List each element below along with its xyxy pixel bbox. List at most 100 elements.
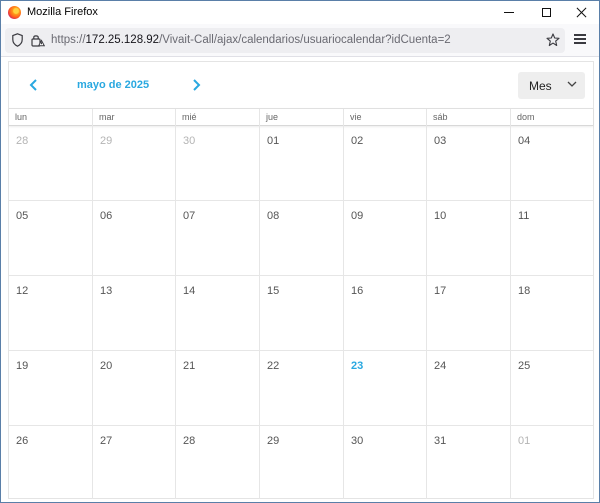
day-cell-today[interactable]: 23 xyxy=(344,351,427,426)
day-number: 20 xyxy=(100,360,113,372)
day-cell[interactable]: 17 xyxy=(427,276,511,351)
day-number: 11 xyxy=(518,210,530,222)
day-cell[interactable]: 13 xyxy=(93,276,176,351)
day-number: 10 xyxy=(434,210,447,222)
day-cell[interactable]: 28 xyxy=(9,126,93,201)
day-number: 22 xyxy=(267,360,280,372)
weekday-label: mar xyxy=(99,112,115,122)
weekday-header: jue xyxy=(260,109,344,126)
day-cell[interactable]: 29 xyxy=(93,126,176,201)
weekday-header-row: lun mar mié jue vie sáb dom xyxy=(9,108,593,126)
day-cell[interactable]: 19 xyxy=(9,351,93,426)
weekday-header: sáb xyxy=(427,109,511,126)
chevron-right-icon[interactable] xyxy=(189,78,203,92)
hamburger-menu-icon[interactable] xyxy=(574,34,586,44)
day-number: 01 xyxy=(518,435,531,447)
day-cell[interactable]: 20 xyxy=(93,351,176,426)
month-title: mayo de 2025 xyxy=(77,79,150,91)
shield-icon[interactable] xyxy=(12,33,23,47)
day-cell[interactable]: 24 xyxy=(427,351,511,426)
close-button[interactable] xyxy=(563,1,599,24)
day-number: 09 xyxy=(351,210,364,222)
weekday-header: mar xyxy=(93,109,176,126)
day-number: 03 xyxy=(434,135,447,147)
month-grid: 28 29 30 01 02 03 04 05 06 07 08 09 10 11 12 13 14 15 16 17… xyxy=(9,126,593,499)
lock-warning-icon[interactable] xyxy=(31,33,45,47)
day-cell[interactable]: 16 xyxy=(344,276,427,351)
day-cell[interactable]: 15 xyxy=(260,276,344,351)
day-cell[interactable]: 07 xyxy=(176,201,260,276)
day-cell[interactable]: 04 xyxy=(511,126,593,201)
day-number: 02 xyxy=(351,135,364,147)
day-number: 29 xyxy=(100,135,113,147)
day-number: 30 xyxy=(351,435,364,447)
weekday-header: dom xyxy=(511,109,593,126)
day-cell[interactable]: 03 xyxy=(427,126,511,201)
day-number: 19 xyxy=(16,360,29,372)
day-number: 28 xyxy=(183,435,196,447)
browser-window: Mozilla Firefox https://172.25.128.92/Vi… xyxy=(0,0,600,503)
day-number: 30 xyxy=(183,135,196,147)
window-title: Mozilla Firefox xyxy=(27,6,98,18)
day-cell[interactable]: 21 xyxy=(176,351,260,426)
weekday-label: sáb xyxy=(433,112,448,122)
navigation-toolbar: https://172.25.128.92/Vivait-Call/ajax/c… xyxy=(1,24,599,57)
weekday-label: jue xyxy=(266,112,279,122)
url-host: 172.25.128.92 xyxy=(85,34,160,46)
day-cell[interactable]: 02 xyxy=(344,126,427,201)
minimize-button[interactable] xyxy=(491,1,527,24)
day-number: 18 xyxy=(518,285,531,297)
day-cell[interactable]: 30 xyxy=(176,126,260,201)
day-number: 29 xyxy=(267,435,280,447)
title-bar: Mozilla Firefox xyxy=(1,1,599,24)
day-number: 27 xyxy=(100,435,113,447)
day-cell[interactable]: 09 xyxy=(344,201,427,276)
firefox-logo-icon xyxy=(8,6,21,19)
day-cell[interactable]: 30 xyxy=(344,426,427,499)
url-path: /Vivait-Call/ajax/calendarios/usuariocal… xyxy=(159,34,451,46)
day-cell[interactable]: 05 xyxy=(9,201,93,276)
day-cell[interactable]: 28 xyxy=(176,426,260,499)
day-cell[interactable]: 25 xyxy=(511,351,593,426)
weekday-label: vie xyxy=(350,112,362,122)
chevron-down-icon xyxy=(567,81,577,87)
day-number: 12 xyxy=(16,285,29,297)
day-cell[interactable]: 01 xyxy=(511,426,593,499)
day-cell[interactable]: 06 xyxy=(93,201,176,276)
weekday-header: lun xyxy=(9,109,93,126)
day-cell[interactable]: 08 xyxy=(260,201,344,276)
maximize-icon xyxy=(541,8,551,17)
day-number: 06 xyxy=(100,210,113,222)
day-cell[interactable]: 12 xyxy=(9,276,93,351)
star-icon[interactable] xyxy=(546,33,560,47)
weekday-label: mié xyxy=(182,112,197,122)
day-number: 17 xyxy=(434,285,447,297)
day-number: 01 xyxy=(267,135,280,147)
day-number: 15 xyxy=(267,285,280,297)
day-cell[interactable]: 26 xyxy=(9,426,93,499)
day-cell[interactable]: 27 xyxy=(93,426,176,499)
day-number: 25 xyxy=(518,360,531,372)
day-cell[interactable]: 18 xyxy=(511,276,593,351)
day-cell[interactable]: 10 xyxy=(427,201,511,276)
day-number: 24 xyxy=(434,360,447,372)
day-number: 04 xyxy=(518,135,531,147)
url-text[interactable]: https://172.25.128.92/Vivait-Call/ajax/c… xyxy=(51,34,451,46)
view-select[interactable]: Mes xyxy=(518,72,585,99)
day-cell[interactable]: 29 xyxy=(260,426,344,499)
close-icon xyxy=(576,7,587,18)
chevron-left-icon[interactable] xyxy=(27,78,41,92)
minimize-icon xyxy=(504,12,514,13)
day-cell[interactable]: 14 xyxy=(176,276,260,351)
url-prefix: https:// xyxy=(51,34,86,46)
maximize-button[interactable] xyxy=(528,1,564,24)
day-cell[interactable]: 31 xyxy=(427,426,511,499)
url-bar[interactable]: https://172.25.128.92/Vivait-Call/ajax/c… xyxy=(5,28,565,53)
calendar: mayo de 2025 Mes lun mar mié jue vie sáb dom 2… xyxy=(8,61,594,499)
calendar-header: mayo de 2025 Mes xyxy=(9,62,593,108)
day-cell[interactable]: 01 xyxy=(260,126,344,201)
day-cell[interactable]: 22 xyxy=(260,351,344,426)
day-cell[interactable]: 11 xyxy=(511,201,593,276)
day-number: 08 xyxy=(267,210,280,222)
day-number: 23 xyxy=(351,360,364,372)
